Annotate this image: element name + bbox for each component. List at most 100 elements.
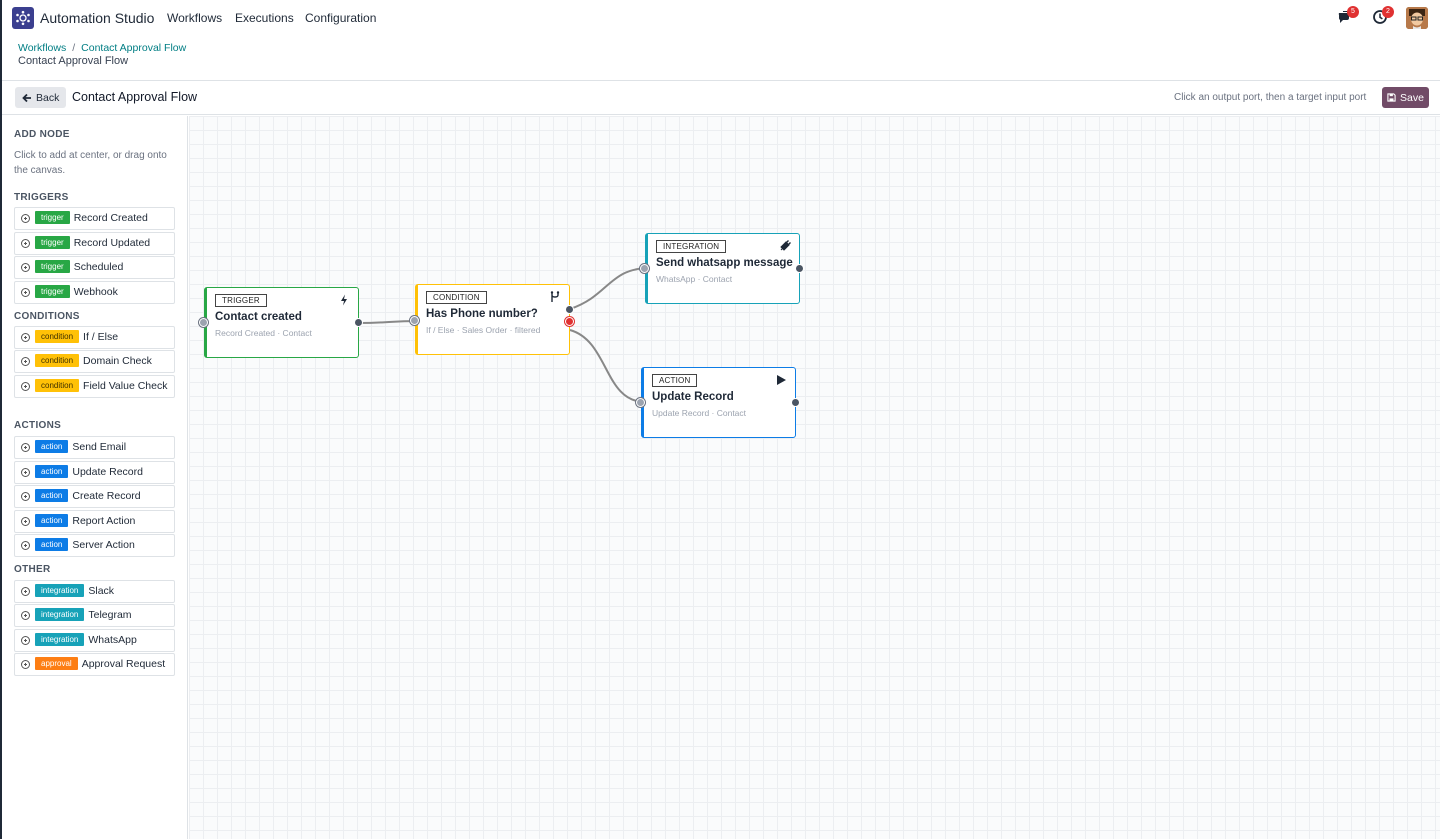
user-avatar[interactable] <box>1406 7 1428 29</box>
palette-item-label: Webhook <box>73 286 118 298</box>
node-palette: ADD NODE Click to add at center, or drag… <box>2 116 188 839</box>
save-button[interactable]: Save <box>1382 87 1429 108</box>
palette-item-if-else[interactable]: condition If / Else <box>14 326 175 349</box>
edge-condition-true-to-integration[interactable] <box>569 267 651 310</box>
group-title-conditions: CONDITIONS <box>14 311 80 322</box>
palette-item-domain-check[interactable]: condition Domain Check <box>14 350 175 373</box>
node-type-label: ACTION <box>652 374 698 387</box>
branch-icon <box>550 291 560 302</box>
palette-item-whatsapp[interactable]: integration WhatsApp <box>14 629 175 652</box>
palette-item-field-value-check[interactable]: condition Field Value Check <box>14 375 175 398</box>
node-type-label: TRIGGER <box>215 294 267 307</box>
node-condition[interactable]: CONDITION Has Phone number? If / Else · … <box>410 284 574 355</box>
user-avatar-icon <box>1406 7 1428 29</box>
connect-hint: Click an output port, then a target inpu… <box>1174 92 1367 103</box>
nav-configuration[interactable]: Configuration <box>305 11 376 25</box>
plus-circle-icon <box>21 611 30 620</box>
palette-item-report-action[interactable]: action Report Action <box>14 510 175 533</box>
breadcrumb-current: Contact Approval Flow <box>18 55 129 67</box>
editor-toolbar: Back Contact Approval Flow Click an outp… <box>2 81 1440 115</box>
plus-circle-icon <box>21 239 30 248</box>
palette-item-label: Record Created <box>73 212 148 224</box>
app-name[interactable]: Automation Studio <box>40 10 154 26</box>
palette-item-label: Domain Check <box>83 355 152 367</box>
type-tag: approval <box>35 657 78 670</box>
arrow-left-icon <box>22 93 31 102</box>
output-port[interactable] <box>795 264 804 273</box>
palette-item-slack[interactable]: integration Slack <box>14 580 175 603</box>
workflow-canvas[interactable]: TRIGGER Contact created Record Created ·… <box>189 116 1440 839</box>
node-title: Contact created <box>215 311 302 323</box>
palette-item-scheduled[interactable]: trigger Scheduled <box>14 256 175 279</box>
nav-executions[interactable]: Executions <box>235 11 294 25</box>
type-tag: action <box>35 489 69 502</box>
plus-circle-icon <box>21 382 30 391</box>
palette-item-label: Slack <box>88 585 115 597</box>
type-tag: condition <box>35 354 80 367</box>
plus-circle-icon <box>21 636 30 645</box>
palette-item-label: Field Value Check <box>83 380 168 392</box>
activities-button[interactable]: 2 <box>1372 6 1394 27</box>
breadcrumb-flow-link[interactable]: Contact Approval Flow <box>81 42 186 54</box>
node-subtitle: WhatsApp · Contact <box>656 274 733 284</box>
node-subtitle: If / Else · Sales Order · filtered <box>426 325 541 335</box>
palette-item-server-action[interactable]: action Server Action <box>14 534 175 557</box>
plus-circle-icon <box>21 288 30 297</box>
node-type-label: CONDITION <box>426 291 487 304</box>
breadcrumb-separator: / <box>72 42 76 54</box>
palette-item-label: WhatsApp <box>88 634 137 646</box>
messages-button[interactable]: 5 <box>1337 6 1359 27</box>
input-port[interactable] <box>640 264 649 273</box>
node-subtitle: Update Record · Contact <box>652 408 747 418</box>
palette-item-record-created[interactable]: trigger Record Created <box>14 207 175 230</box>
activities-badge: 2 <box>1382 6 1394 18</box>
input-port[interactable] <box>410 316 419 325</box>
edge-layer <box>358 267 651 403</box>
type-tag: condition <box>35 379 80 392</box>
input-port[interactable] <box>636 398 645 407</box>
app-logo-icon[interactable] <box>12 7 34 29</box>
breadcrumb-workflows-link[interactable]: Workflows <box>18 42 66 54</box>
floppy-disk-icon <box>1387 93 1396 102</box>
palette-item-send-email[interactable]: action Send Email <box>14 436 175 459</box>
palette-item-telegram[interactable]: integration Telegram <box>14 604 175 627</box>
output-port[interactable] <box>791 398 800 407</box>
gear-network-icon <box>16 10 30 26</box>
edge-condition-false-to-action[interactable] <box>569 329 646 403</box>
type-tag: integration <box>35 608 85 621</box>
palette-item-label: Server Action <box>72 539 135 551</box>
palette-item-label: Record Updated <box>73 237 151 249</box>
node-title: Update Record <box>652 391 734 403</box>
back-button-label: Back <box>36 91 60 104</box>
plus-circle-icon <box>21 541 30 550</box>
palette-item-webhook[interactable]: trigger Webhook <box>14 281 175 304</box>
palette-heading: ADD NODE <box>14 129 70 140</box>
node-trigger[interactable]: TRIGGER Contact created Record Created ·… <box>199 287 363 358</box>
plus-circle-icon <box>21 517 30 526</box>
palette-item-approval-request[interactable]: approval Approval Request <box>14 653 175 676</box>
palette-item-label: Send Email <box>72 441 127 453</box>
plus-circle-icon <box>21 214 30 223</box>
palette-item-update-record[interactable]: action Update Record <box>14 461 175 484</box>
plus-circle-icon <box>21 492 30 501</box>
plus-circle-icon <box>21 263 30 272</box>
true-output-port[interactable] <box>565 305 574 314</box>
top-navbar: Automation Studio Workflows Executions C… <box>2 0 1440 36</box>
node-title: Send whatsapp message <box>656 257 793 269</box>
back-button[interactable]: Back <box>15 87 67 108</box>
palette-item-label: Scheduled <box>73 261 124 273</box>
group-title-actions: ACTIONS <box>14 420 62 431</box>
output-port[interactable] <box>354 318 363 327</box>
input-port[interactable] <box>199 318 208 327</box>
node-action[interactable]: ACTION Update Record Update Record · Con… <box>636 367 800 438</box>
type-tag: trigger <box>35 211 70 224</box>
type-tag: integration <box>35 584 85 597</box>
palette-item-create-record[interactable]: action Create Record <box>14 485 175 508</box>
node-integration[interactable]: INTEGRATION Send whatsapp message WhatsA… <box>640 233 804 304</box>
palette-item-label: Create Record <box>72 490 141 502</box>
nav-workflows[interactable]: Workflows <box>167 11 222 25</box>
palette-item-record-updated[interactable]: trigger Record Updated <box>14 232 175 255</box>
false-output-port[interactable] <box>565 317 574 326</box>
save-button-label: Save <box>1400 91 1424 104</box>
type-tag: integration <box>35 633 85 646</box>
